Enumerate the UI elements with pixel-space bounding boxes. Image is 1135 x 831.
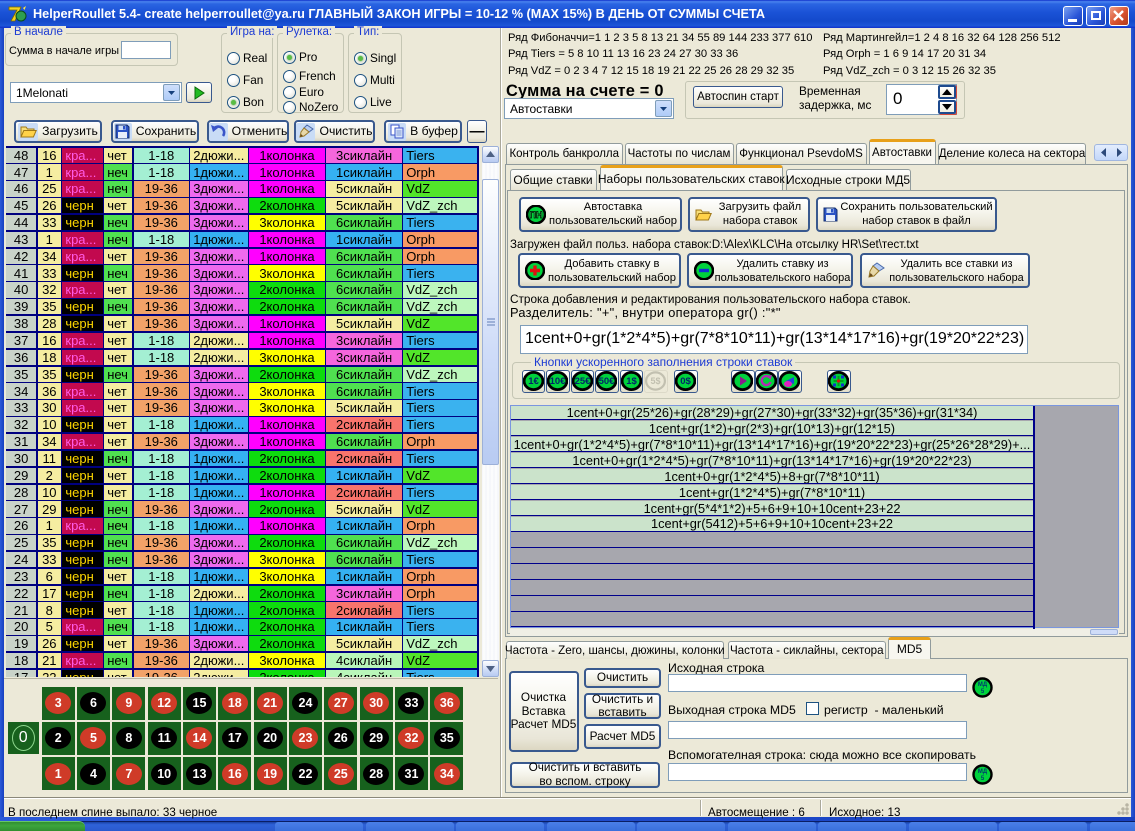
svg-text:МД: МД	[978, 769, 988, 775]
svg-text:ПН: ПН	[530, 210, 543, 220]
svg-text:1$: 1$	[626, 376, 637, 387]
svg-text:1€: 1€	[528, 376, 539, 387]
svg-text:10€: 10€	[550, 376, 567, 387]
svg-text:5$: 5$	[651, 376, 661, 386]
svg-text:МД: МД	[978, 682, 988, 688]
svg-text:50€: 50€	[599, 376, 616, 387]
svg-text:0$: 0$	[680, 376, 691, 387]
svg-text:25€: 25€	[574, 376, 591, 387]
